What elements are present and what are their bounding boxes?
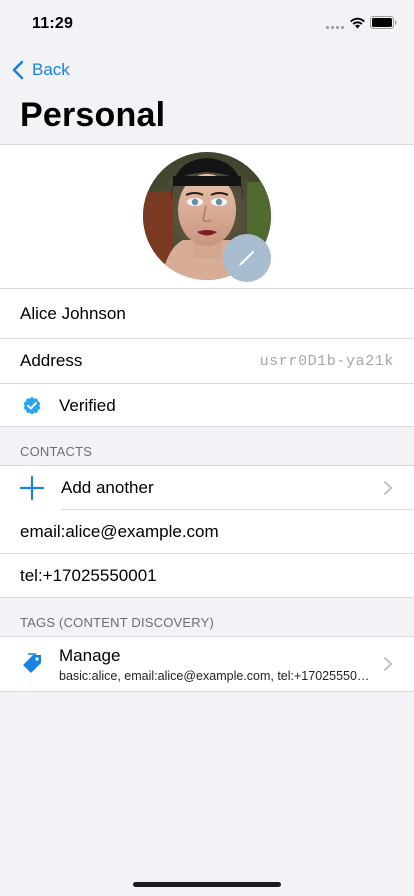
tags-section-header: TAGS (CONTENT DISCOVERY) (20, 615, 215, 630)
address-label: Address (20, 351, 83, 370)
pencil-icon (239, 251, 254, 266)
contact-item-phone[interactable]: tel:+17025550001 (0, 554, 414, 598)
verified-row: Verified (0, 384, 414, 427)
plus-icon (20, 475, 44, 500)
add-contact-label: Add another (61, 477, 154, 497)
contact-phone-value: tel:+17025550001 (20, 566, 157, 585)
tag-icon (23, 653, 41, 673)
contact-email-value: email:alice@example.com (20, 521, 219, 541)
tags-group: Manage basic:alice, email:alice@example.… (0, 636, 414, 692)
chevron-left-icon (12, 60, 24, 80)
back-button[interactable]: Back (12, 58, 70, 82)
manage-subtitle: basic:alice, email:alice@example.com, te… (59, 668, 370, 683)
manage-tags-text: Manage basic:alice, email:alice@example.… (59, 646, 371, 683)
add-contact-row[interactable]: Add another (0, 466, 414, 509)
verified-label: Verified (59, 395, 116, 415)
edit-avatar-button[interactable] (223, 234, 271, 282)
name-value: Alice Johnson (20, 303, 126, 323)
status-bar: 11:29 (0, 0, 414, 48)
verified-badge-icon (23, 396, 41, 414)
name-row[interactable]: Alice Johnson (0, 289, 414, 338)
back-label: Back (32, 60, 70, 79)
address-value: usrr0D1b-ya21k (259, 352, 394, 370)
avatar-container (143, 152, 271, 282)
page-title: Personal (20, 96, 166, 134)
contacts-section-header: CONTACTS (20, 444, 93, 459)
chevron-right-icon (384, 657, 392, 671)
chevron-right-icon (384, 480, 392, 495)
cellular-signal-icon (326, 26, 344, 29)
wifi-icon (350, 17, 365, 29)
manage-tags-row[interactable]: Manage basic:alice, email:alice@example.… (0, 637, 414, 691)
battery-icon (370, 16, 397, 29)
address-row[interactable]: Address usrr0D1b-ya21k (0, 339, 414, 383)
contacts-group: Add another email:alice@example.com tel:… (0, 465, 414, 598)
status-time: 11:29 (32, 15, 74, 32)
profile-group: Alice Johnson Address usrr0D1b-ya21k Ver… (0, 144, 414, 427)
manage-label: Manage (59, 645, 121, 665)
home-indicator[interactable] (133, 882, 281, 887)
contact-item-email[interactable]: email:alice@example.com (0, 510, 414, 553)
